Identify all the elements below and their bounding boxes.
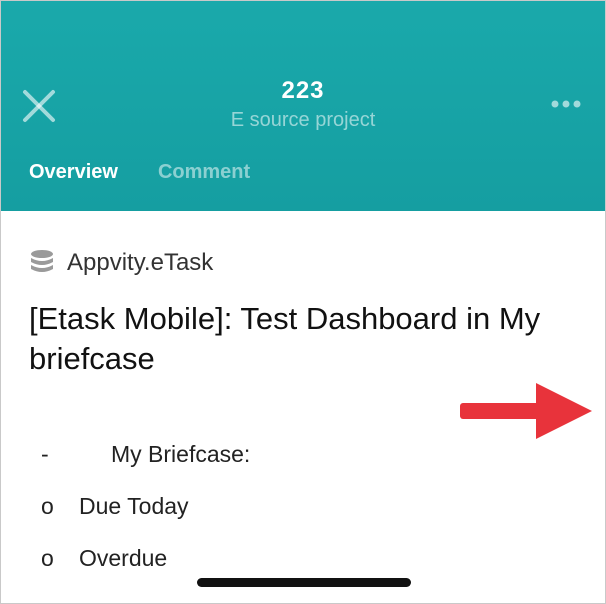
- tab-bar: Overview Comment: [29, 161, 250, 184]
- list-item: - My Briefcase:: [41, 441, 250, 468]
- task-header: 223 E source project Overview Comment: [1, 1, 605, 211]
- list-marker: o: [41, 545, 54, 571]
- task-source: Appvity.eTask: [29, 249, 213, 277]
- list-marker: -: [41, 441, 49, 467]
- list-item: o Overdue: [41, 545, 167, 572]
- database-icon: [31, 250, 53, 272]
- source-label: Appvity.eTask: [67, 249, 214, 276]
- list-marker: o: [41, 493, 54, 519]
- app-screen: 223 E source project Overview Comment Ap…: [0, 0, 606, 604]
- task-id-title: 223: [281, 77, 325, 104]
- list-item-text: My Briefcase:: [111, 441, 251, 467]
- home-indicator[interactable]: [197, 578, 411, 587]
- arrow-right-icon: [460, 383, 592, 439]
- list-item-text: Overdue: [79, 545, 168, 571]
- task-title: [Etask Mobile]: Test Dashboard in My bri…: [29, 301, 541, 376]
- project-subtitle: E source project: [230, 109, 376, 131]
- list-item-text: Due Today: [79, 493, 189, 519]
- tab-overview[interactable]: Overview: [29, 161, 118, 184]
- tab-comment[interactable]: Comment: [158, 161, 250, 184]
- list-item: o Due Today: [41, 493, 189, 520]
- more-options-button[interactable]: [549, 96, 583, 112]
- more-horizontal-icon: [551, 100, 581, 108]
